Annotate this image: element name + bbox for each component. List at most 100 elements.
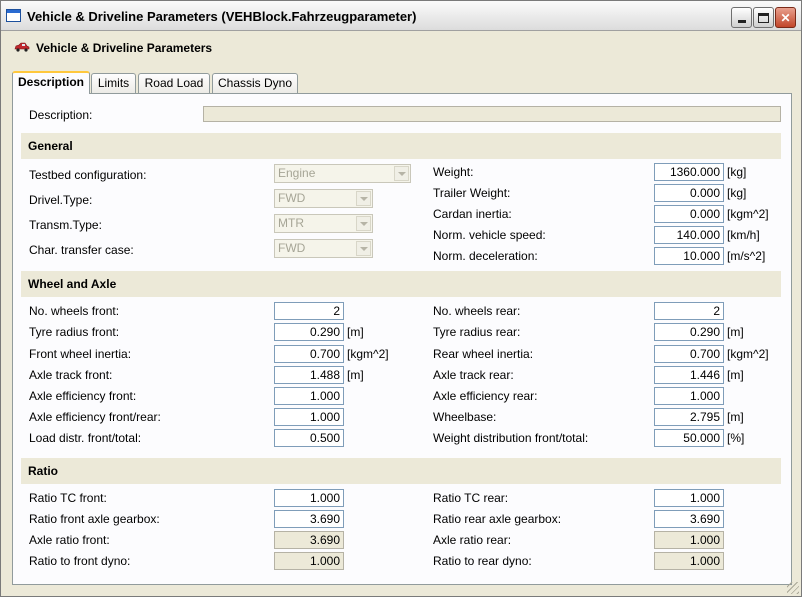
maximize-icon — [758, 12, 769, 23]
cardan-inertia-label: Cardan inertia: — [433, 207, 512, 221]
testbed-configuration-select: Engine — [274, 164, 411, 183]
front-wheel-inertia-unit: [kgm^2] — [347, 347, 389, 361]
description-field — [203, 106, 781, 122]
rear-wheel-inertia-field[interactable]: 0.700 — [654, 345, 724, 363]
section-ratio-title: Ratio — [28, 464, 58, 478]
front-wheel-inertia-field[interactable]: 0.700 — [274, 345, 344, 363]
axle-track-rear-unit: [m] — [727, 368, 744, 382]
wheelbase-label: Wheelbase: — [433, 410, 497, 424]
ratio-tc-front-label: Ratio TC front: — [29, 491, 107, 505]
axle-efficiency-front-label: Axle efficiency front: — [29, 389, 137, 403]
weight-distribution-label: Weight distribution front/total: — [433, 431, 589, 445]
axle-efficiency-rear-field[interactable]: 1.000 — [654, 387, 724, 405]
rear-wheel-inertia-label: Rear wheel inertia: — [433, 347, 534, 361]
chevron-down-icon — [356, 241, 371, 256]
tab-description[interactable]: Description — [12, 71, 90, 94]
transm-type-label: Transm.Type: — [29, 218, 102, 232]
wheelbase-unit: [m] — [727, 410, 744, 424]
tab-limits[interactable]: Limits — [91, 73, 136, 93]
rear-wheel-inertia-unit: [kgm^2] — [727, 347, 769, 361]
char-transfer-case-value: FWD — [278, 241, 306, 255]
ratio-front-axle-gearbox-field[interactable]: 3.690 — [274, 510, 344, 528]
window-icon — [6, 9, 21, 22]
trailer-weight-unit: [kg] — [727, 186, 747, 200]
ratio-to-rear-dyno-field: 1.000 — [654, 552, 724, 570]
norm-vehicle-speed-field[interactable]: 140.000 — [654, 226, 724, 244]
minimize-button[interactable] — [731, 7, 752, 28]
no-wheels-rear-field[interactable]: 2 — [654, 302, 724, 320]
axle-efficiency-front-field[interactable]: 1.000 — [274, 387, 344, 405]
cardan-inertia-unit: [kgm^2] — [727, 207, 769, 221]
front-wheel-inertia-label: Front wheel inertia: — [29, 347, 132, 361]
load-distr-field[interactable]: 0.500 — [274, 429, 344, 447]
ratio-rear-axle-gearbox-label: Ratio rear axle gearbox: — [433, 512, 562, 526]
norm-vehicle-speed-label: Norm. vehicle speed: — [433, 228, 546, 242]
trailer-weight-field[interactable]: 0.000 — [654, 184, 724, 202]
weight-distribution-unit: [%] — [727, 431, 745, 445]
norm-deceleration-unit: [m/s^2] — [727, 249, 766, 263]
char-transfer-case-select: FWD — [274, 239, 373, 258]
axle-efficiency-front-rear-field[interactable]: 1.000 — [274, 408, 344, 426]
ratio-rear-axle-gearbox-field[interactable]: 3.690 — [654, 510, 724, 528]
window-title: Vehicle & Driveline Parameters (VEHBlock… — [27, 9, 417, 24]
resize-grip[interactable] — [787, 582, 799, 594]
main-window: Vehicle & Driveline Parameters (VEHBlock… — [0, 0, 802, 597]
chevron-down-icon — [356, 216, 371, 231]
drivel-type-value: FWD — [278, 191, 306, 205]
section-wheel-axle: Wheel and Axle — [21, 271, 781, 297]
norm-deceleration-label: Norm. deceleration: — [433, 249, 538, 263]
ratio-front-axle-gearbox-label: Ratio front axle gearbox: — [29, 512, 160, 526]
no-wheels-front-field[interactable]: 2 — [274, 302, 344, 320]
close-button[interactable]: ✕ — [775, 7, 796, 28]
section-wheel-axle-title: Wheel and Axle — [28, 277, 117, 291]
axle-track-front-field[interactable]: 1.488 — [274, 366, 344, 384]
no-wheels-rear-label: No. wheels rear: — [433, 304, 521, 318]
axle-efficiency-front-rear-label: Axle efficiency front/rear: — [29, 410, 161, 424]
load-distr-label: Load distr. front/total: — [29, 431, 142, 445]
ratio-tc-rear-label: Ratio TC rear: — [433, 491, 509, 505]
testbed-configuration-value: Engine — [278, 166, 316, 180]
drivel-type-label: Drivel.Type: — [29, 193, 93, 207]
axle-ratio-front-label: Axle ratio front: — [29, 533, 110, 547]
ratio-to-front-dyno-label: Ratio to front dyno: — [29, 554, 131, 568]
tyre-radius-front-field[interactable]: 0.290 — [274, 323, 344, 341]
ratio-to-rear-dyno-label: Ratio to rear dyno: — [433, 554, 532, 568]
tyre-radius-rear-field[interactable]: 0.290 — [654, 323, 724, 341]
ratio-tc-rear-field[interactable]: 1.000 — [654, 489, 724, 507]
no-wheels-front-label: No. wheels front: — [29, 304, 120, 318]
tyre-radius-rear-unit: [m] — [727, 325, 744, 339]
char-transfer-case-label: Char. transfer case: — [29, 243, 134, 257]
minimize-icon — [737, 20, 746, 23]
wheelbase-field[interactable]: 2.795 — [654, 408, 724, 426]
axle-ratio-rear-label: Axle ratio rear: — [433, 533, 512, 547]
trailer-weight-label: Trailer Weight: — [433, 186, 511, 200]
title-bar[interactable]: Vehicle & Driveline Parameters (VEHBlock… — [1, 1, 801, 31]
tyre-radius-front-unit: [m] — [347, 325, 364, 339]
axle-track-rear-field[interactable]: 1.446 — [654, 366, 724, 384]
tab-road-load[interactable]: Road Load — [138, 73, 210, 93]
axle-track-front-label: Axle track front: — [29, 368, 113, 382]
section-ratio: Ratio — [21, 458, 781, 484]
norm-deceleration-field[interactable]: 10.000 — [654, 247, 724, 265]
transm-type-select: MTR — [274, 214, 373, 233]
ratio-tc-front-field[interactable]: 1.000 — [274, 489, 344, 507]
weight-label: Weight: — [433, 165, 474, 179]
drivel-type-select: FWD — [274, 189, 373, 208]
close-icon: ✕ — [780, 10, 791, 25]
tab-chassis-dyno[interactable]: Chassis Dyno — [212, 73, 298, 93]
tyre-radius-front-label: Tyre radius front: — [29, 325, 120, 339]
description-label: Description: — [29, 108, 93, 122]
axle-ratio-rear-field: 1.000 — [654, 531, 724, 549]
axle-efficiency-rear-label: Axle efficiency rear: — [433, 389, 538, 403]
weight-distribution-field[interactable]: 50.000 — [654, 429, 724, 447]
section-general-title: General — [28, 139, 73, 153]
car-icon — [14, 42, 30, 52]
header-title: Vehicle & Driveline Parameters — [36, 41, 213, 55]
cardan-inertia-field[interactable]: 0.000 — [654, 205, 724, 223]
transm-type-value: MTR — [278, 216, 304, 230]
weight-unit: [kg] — [727, 165, 747, 179]
chevron-down-icon — [394, 166, 409, 181]
weight-field[interactable]: 1360.000 — [654, 163, 724, 181]
section-general: General — [21, 133, 781, 159]
maximize-button[interactable] — [753, 7, 774, 28]
